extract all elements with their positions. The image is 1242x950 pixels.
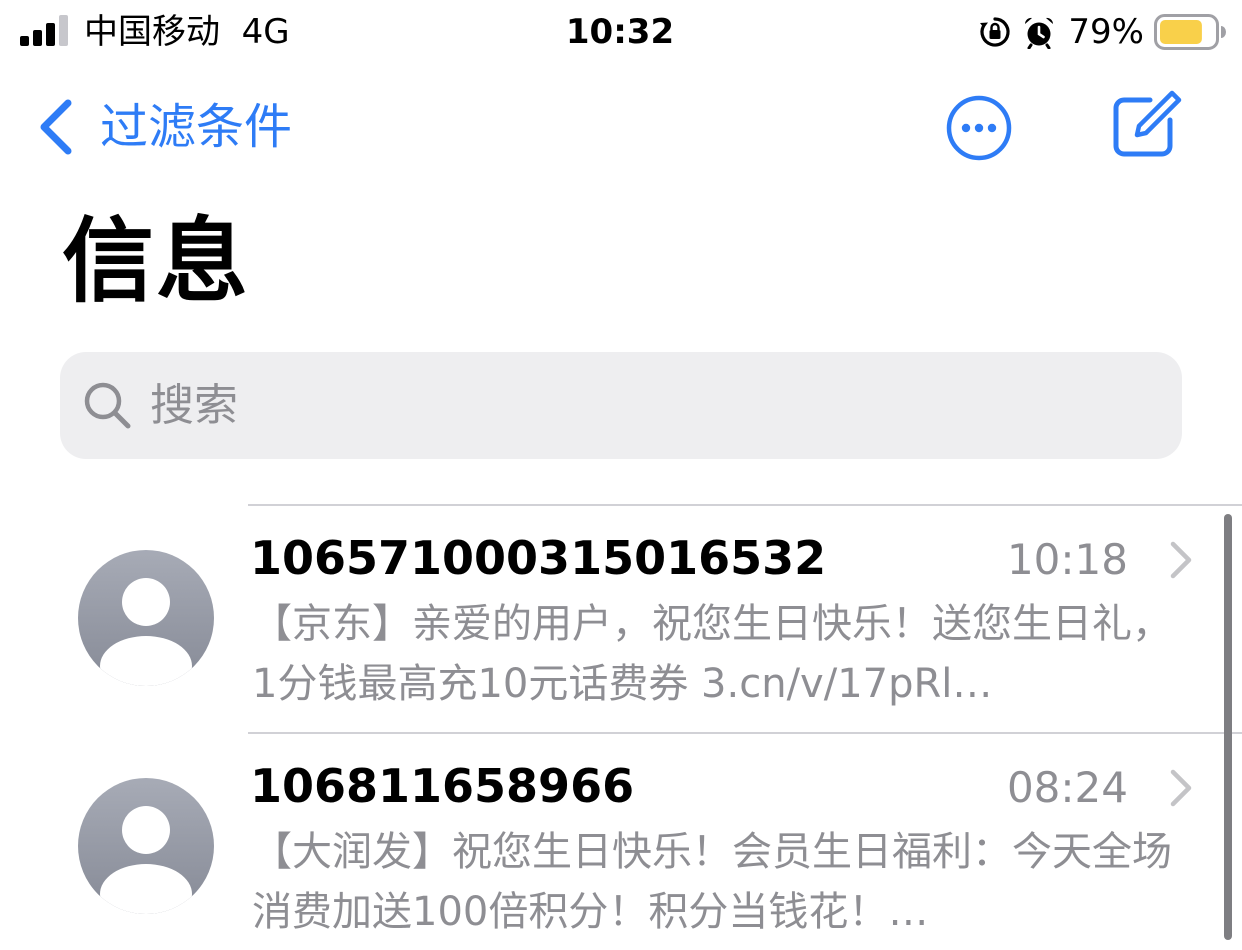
compose-icon[interactable] (1110, 88, 1182, 160)
messages-screen: 中国移动 4G 10:32 79% 过滤条件 信息 搜索 10657100031… (0, 0, 1242, 950)
conversation-row[interactable]: 106811658966 08:24 【大润发】祝您生日快乐！会员生日福利：今天… (0, 734, 1242, 950)
status-bar: 中国移动 4G 10:32 79% (0, 0, 1242, 66)
back-button-label: 过滤条件 (100, 99, 293, 155)
carrier-info: 中国移动 4G (84, 10, 290, 54)
status-right-group: 79% (978, 10, 1226, 54)
sender-name: 106811658966 (250, 759, 635, 813)
status-time: 10:32 (565, 12, 675, 52)
chevron-right-icon (1170, 541, 1192, 579)
avatar (78, 550, 214, 686)
conversation-row[interactable]: 106571000315016532 10:18 【京东】亲爱的用户，祝您生日快… (0, 506, 1242, 732)
scrollbar[interactable] (1224, 514, 1232, 940)
message-preview: 【京东】亲爱的用户，祝您生日快乐！送您生日礼，1分钱最高充10元话费券 3.cn… (252, 601, 1172, 707)
orientation-lock-icon (980, 17, 1011, 47)
back-button[interactable]: 过滤条件 (36, 94, 292, 160)
page-title: 信息 (62, 208, 251, 315)
message-preview: 【大润发】祝您生日快乐！会员生日福利：今天全场消费加送100倍积分！积分当钱花！… (252, 829, 1172, 935)
network-type: 4G (241, 12, 290, 52)
message-time: 10:18 (1006, 535, 1128, 584)
chevron-right-icon (1170, 769, 1192, 807)
search-icon (84, 382, 131, 428)
sender-name: 106571000315016532 (250, 531, 827, 585)
more-icon[interactable] (944, 93, 1014, 163)
search-bar[interactable] (60, 352, 1182, 459)
carrier-name: 中国移动 (84, 12, 220, 52)
battery-percent: 79% (1068, 12, 1144, 52)
signal-icon (20, 15, 68, 46)
chevron-left-icon (40, 99, 72, 155)
battery-icon (1154, 14, 1226, 50)
search-input[interactable] (150, 370, 1130, 441)
avatar (78, 778, 214, 914)
alarm-icon (1025, 17, 1054, 49)
message-time: 08:24 (1006, 763, 1128, 812)
